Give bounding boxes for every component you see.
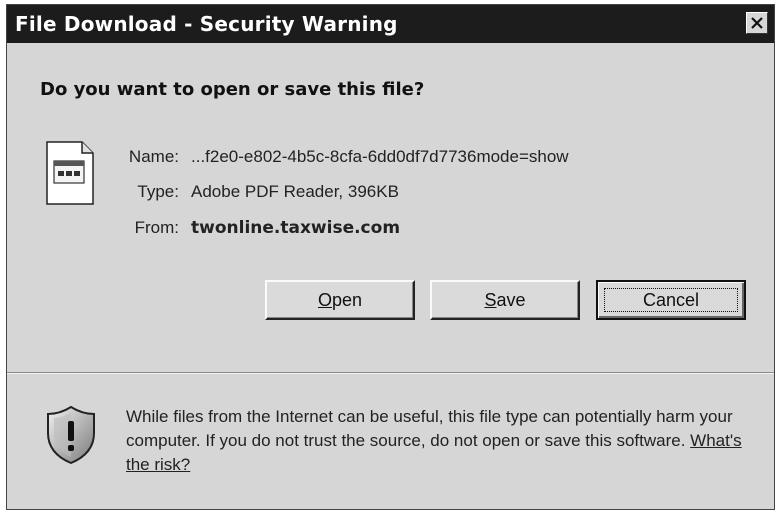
open-button[interactable]: Open bbox=[265, 280, 415, 320]
security-warning-message: While files from the Internet can be use… bbox=[126, 405, 766, 477]
open-button-label: Open bbox=[317, 289, 363, 310]
window-title: File Download - Security Warning bbox=[15, 12, 398, 36]
file-type-value: Adobe PDF Reader, 396KB bbox=[191, 182, 399, 201]
file-type-label: Type: bbox=[137, 182, 179, 201]
close-icon bbox=[751, 17, 763, 29]
warning-text: While files from the Internet can be use… bbox=[126, 407, 733, 450]
file-source-value: twonline.taxwise.com bbox=[191, 218, 401, 238]
cancel-button[interactable]: Cancel bbox=[596, 280, 746, 320]
focus-rectangle bbox=[604, 288, 738, 312]
close-button[interactable] bbox=[746, 12, 768, 34]
divider-highlight bbox=[7, 373, 774, 374]
shield-warning-icon bbox=[45, 405, 97, 465]
dialog-question: Do you want to open or save this file? bbox=[40, 79, 425, 100]
file-download-dialog: File Download - Security Warning Do you … bbox=[6, 4, 775, 510]
file-type-icon bbox=[46, 141, 94, 205]
file-name-label: Name: bbox=[128, 147, 179, 166]
file-name-value: ...f2e0-e802-4b5c-8cfa-6dd0df7d7736mode=… bbox=[191, 147, 569, 166]
title-bar[interactable]: File Download - Security Warning bbox=[7, 5, 774, 43]
save-button[interactable]: Save bbox=[430, 280, 580, 320]
file-source-label: From: bbox=[134, 218, 179, 237]
save-button-label: Save bbox=[484, 289, 526, 310]
